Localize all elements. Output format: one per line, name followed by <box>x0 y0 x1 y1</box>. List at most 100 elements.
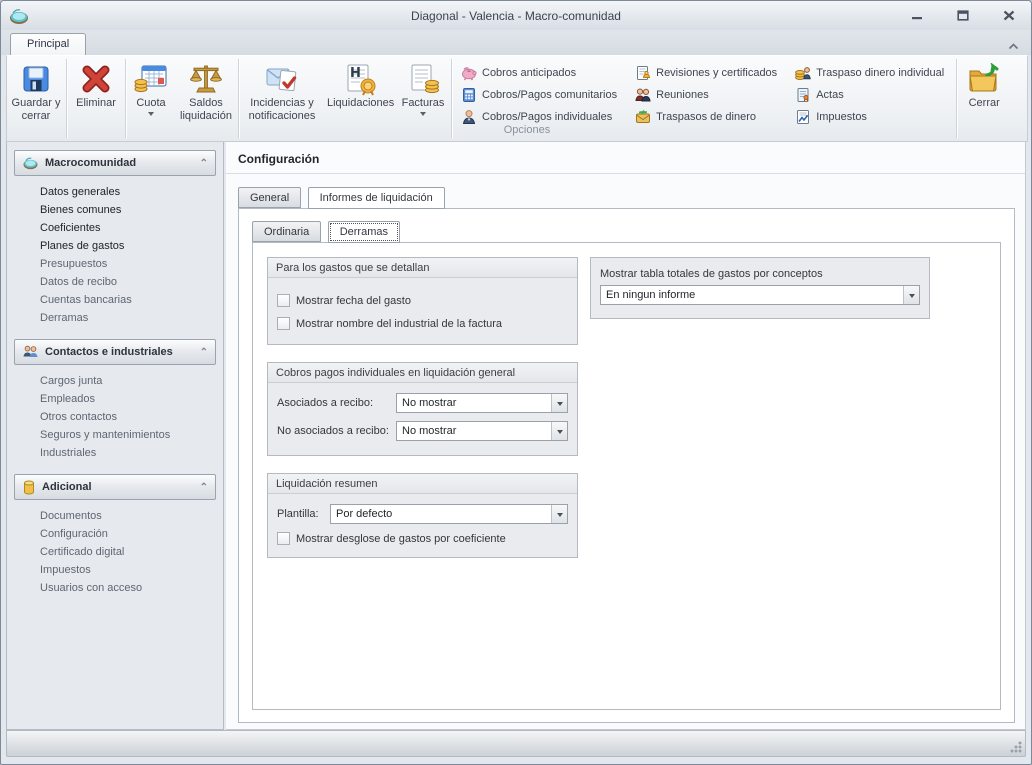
derramas-panel: Para los gastos que se detallan Mostrar … <box>252 242 1001 710</box>
group-cobros-individuales: Cobros pagos individuales en liquidación… <box>267 362 578 456</box>
checkbox-mostrar-nombre-industrial[interactable] <box>277 317 290 330</box>
minutes-button[interactable]: Actas <box>795 84 944 105</box>
dropdown-arrow-icon <box>148 112 154 119</box>
button-label: Cuota <box>136 97 166 109</box>
sidebar-item-documentos[interactable]: Documentos <box>40 510 216 523</box>
meetings-button[interactable]: Reuniones <box>635 84 777 105</box>
sidebar-item-derramas[interactable]: Derramas <box>40 312 216 325</box>
contacts-icon <box>23 345 38 357</box>
sidebar-section-macrocomunidad[interactable]: Macrocomunidad ⌃ <box>14 150 216 176</box>
no-asociados-a-recibo-select[interactable]: No mostrar <box>396 421 568 441</box>
sidebar-item-impuestos[interactable]: Impuestos <box>40 564 216 577</box>
button-label: Traspaso dinero individual <box>816 66 945 79</box>
dropdown-arrow-icon[interactable] <box>551 422 567 440</box>
save-and-close-button[interactable]: Guardar y cerrar <box>7 58 65 126</box>
ribbon-separator <box>238 59 239 138</box>
field-label: Asociados a recibo: <box>277 397 373 409</box>
chevron-up-icon[interactable]: ⌃ <box>200 347 208 358</box>
taxes-button[interactable]: Impuestos <box>795 106 944 127</box>
button-label: Facturas <box>401 97 445 109</box>
sidebar-item-configuracion[interactable]: Configuración <box>40 528 216 541</box>
certificate-icon <box>637 65 651 80</box>
tab-general[interactable]: General <box>238 187 302 208</box>
checkbox-label: Mostrar fecha del gasto <box>296 294 411 307</box>
settlements-icon: H <box>347 64 376 96</box>
quota-icon <box>134 65 167 93</box>
tab-ordinaria[interactable]: Ordinaria <box>252 221 322 242</box>
ribbon: Guardar y cerrar Eliminar Cuota Saldos l… <box>6 55 1028 142</box>
delete-button[interactable]: Eliminar <box>68 58 124 113</box>
dropdown-arrow-icon[interactable] <box>551 505 567 523</box>
sidebar-item-coeficientes[interactable]: Coeficientes <box>40 222 216 235</box>
dropdown-arrow-icon[interactable] <box>551 394 567 412</box>
piggy-bank-icon <box>462 66 477 80</box>
button-label: Reuniones <box>656 88 709 101</box>
sidebar-item-industriales[interactable]: Industriales <box>40 447 216 460</box>
dropdown-arrow-icon <box>420 112 426 119</box>
ribbon-tabstrip: Principal <box>1 30 1031 55</box>
chevron-up-icon[interactable]: ⌃ <box>200 482 208 493</box>
ribbon-group-label: Opciones <box>503 124 551 136</box>
individual-money-transfer-button[interactable]: Traspaso dinero individual <box>795 62 944 83</box>
sidebar-section-adicional[interactable]: Adicional ⌃ <box>14 474 216 500</box>
plantilla-select[interactable]: Por defecto <box>330 504 568 524</box>
community-payments-button[interactable]: Cobros/Pagos comunitarios <box>461 84 617 105</box>
page-title: Configuración <box>238 152 320 166</box>
ribbon-collapse-icon[interactable] <box>1008 37 1019 55</box>
close-button[interactable]: Cerrar <box>958 58 1010 113</box>
asociados-a-recibo-select[interactable]: No mostrar <box>396 393 568 413</box>
invoices-button[interactable]: Facturas <box>396 58 450 126</box>
sidebar-item-certificado-digital[interactable]: Certificado digital <box>40 546 216 559</box>
invoices-icon <box>411 64 439 94</box>
reviews-certificates-button[interactable]: Revisiones y certificados <box>635 62 777 83</box>
settlement-balances-button[interactable]: Saldos liquidación <box>175 58 237 126</box>
close-window-button[interactable] <box>997 6 1021 24</box>
button-label: Traspasos de dinero <box>656 110 756 123</box>
sidebar-item-datos-de-recibo[interactable]: Datos de recibo <box>40 276 216 289</box>
minimize-button[interactable] <box>905 6 929 24</box>
checkbox-mostrar-desglose[interactable] <box>277 532 290 545</box>
sidebar-item-usuarios-con-acceso[interactable]: Usuarios con acceso <box>40 582 216 595</box>
settlements-button[interactable]: H Liquidaciones <box>324 58 396 113</box>
resize-grip[interactable] <box>1010 741 1022 753</box>
sidebar-item-presupuestos[interactable]: Presupuestos <box>40 258 216 271</box>
button-label: Liquidaciones <box>327 97 395 109</box>
chevron-up-icon[interactable]: ⌃ <box>200 158 208 169</box>
calculator-icon <box>463 87 475 102</box>
sidebar-item-planes-de-gastos[interactable]: Planes de gastos <box>40 240 216 253</box>
svg-text:H: H <box>350 66 361 81</box>
tabla-totales-select[interactable]: En ningun informe <box>600 285 920 305</box>
sidebar-item-datos-generales[interactable]: Datos generales <box>40 186 216 199</box>
dropdown-arrow-icon[interactable] <box>903 286 919 304</box>
incidents-notifications-button[interactable]: Incidencias y notificaciones <box>240 58 324 126</box>
sidebar-item-cargos-junta[interactable]: Cargos junta <box>40 375 216 388</box>
button-label: Cobros anticipados <box>482 66 577 79</box>
sidebar-section-contactos[interactable]: Contactos e industriales ⌃ <box>14 339 216 365</box>
sidebar-item-bienes-comunes[interactable]: Bienes comunes <box>40 204 216 217</box>
restore-button[interactable] <box>951 6 975 24</box>
scales-icon <box>190 65 222 93</box>
sidebar-item-cuentas-bancarias[interactable]: Cuentas bancarias <box>40 294 216 307</box>
incidents-icon <box>266 68 297 92</box>
checkbox-mostrar-fecha-gasto[interactable] <box>277 294 290 307</box>
quota-button[interactable]: Cuota <box>127 58 175 126</box>
ribbon-separator <box>125 59 126 138</box>
title-bar[interactable]: Diagonal - Valencia - Macro-comunidad <box>1 1 1031 30</box>
sidebar-item-seguros-mantenimientos[interactable]: Seguros y mantenimientos <box>40 429 216 442</box>
informes-subtabs: Ordinaria Derramas <box>252 221 402 243</box>
delete-icon <box>82 65 110 93</box>
tab-derramas[interactable]: Derramas <box>327 221 400 243</box>
button-label: Guardar y cerrar <box>11 97 61 122</box>
button-label: Cobros/Pagos comunitarios <box>482 88 618 101</box>
advance-collections-button[interactable]: Cobros anticipados <box>461 62 617 83</box>
group-title: Liquidación resumen <box>268 474 577 494</box>
sidebar-item-otros-contactos[interactable]: Otros contactos <box>40 411 216 424</box>
minutes-icon <box>797 87 809 102</box>
title-separator <box>226 173 1025 174</box>
tab-informes-liquidacion[interactable]: Informes de liquidación <box>307 187 445 209</box>
group-title: Para los gastos que se detallan <box>268 258 577 278</box>
sidebar-item-empleados[interactable]: Empleados <box>40 393 216 406</box>
ribbon-tab-principal[interactable]: Principal <box>10 33 87 55</box>
button-label: Revisiones y certificados <box>656 66 778 79</box>
group-title: Cobros pagos individuales en liquidación… <box>268 363 577 383</box>
